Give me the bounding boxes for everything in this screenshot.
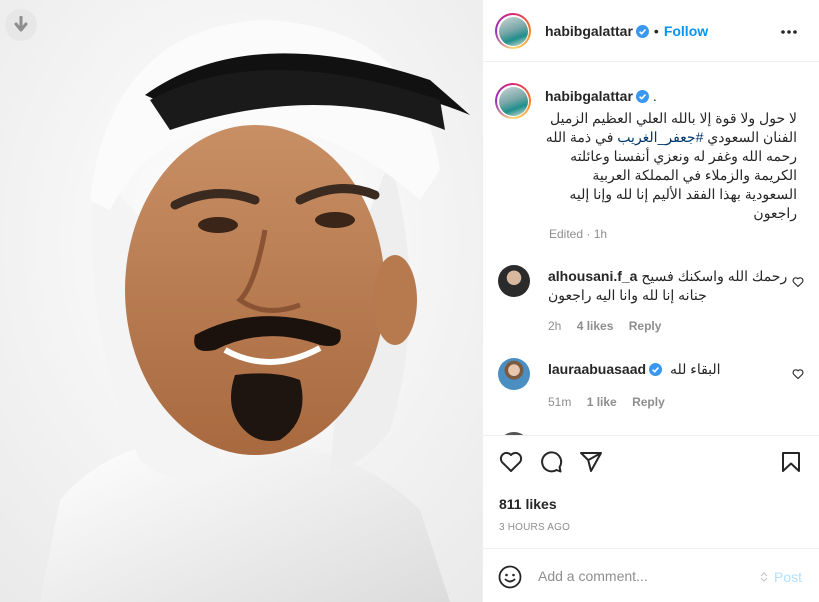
verified-badge-icon	[649, 363, 663, 376]
avatar[interactable]	[495, 13, 531, 49]
post-time[interactable]: 3 HOURS AGO	[499, 522, 570, 533]
emoji-icon[interactable]	[498, 565, 522, 589]
comment-like-icon[interactable]	[792, 368, 804, 380]
caption-avatar[interactable]	[495, 83, 531, 119]
comments-scroll-area[interactable]: habibgalattar. لا حول ولا قوة إلا بالله …	[483, 63, 819, 436]
comment-avatar[interactable]	[498, 432, 530, 435]
add-comment-bar: Post	[483, 548, 819, 602]
comment-icon[interactable]	[539, 450, 563, 474]
post-actions	[483, 450, 819, 482]
comment-input[interactable]	[538, 565, 758, 587]
edited-dot: ·	[586, 227, 591, 241]
comment-item: lauraabuasaad البقاء لله	[548, 360, 798, 379]
caption-username[interactable]: habibgalattar	[545, 88, 633, 104]
comment-likes[interactable]: 4 likes	[577, 319, 614, 333]
download-button[interactable]	[5, 9, 37, 41]
heart-icon[interactable]	[499, 450, 523, 474]
comment-username[interactable]: alhousani.f_a	[548, 268, 637, 284]
follow-button[interactable]: Follow	[664, 23, 708, 39]
instagram-post-modal: habibgalattar • Follow habibgalattar. لا ح…	[0, 0, 819, 602]
comment-meta: 51m 1 like Reply	[548, 395, 665, 409]
verified-badge-icon	[635, 25, 649, 38]
caption-hashtag[interactable]: #جعفر_الغريب	[617, 129, 703, 145]
comment-meta: 2h 4 likes Reply	[548, 319, 661, 333]
caption-suffix: .	[652, 88, 657, 104]
comment-likes[interactable]: 1 like	[587, 395, 617, 409]
portrait-image	[0, 0, 482, 602]
edited-time[interactable]: 1h	[594, 227, 607, 241]
comment-avatar[interactable]	[498, 358, 530, 390]
comment-username[interactable]: lauraabuasaad	[548, 361, 646, 377]
comment-item: alhousani.f_a رحمك الله واسكنك فسيح جنان…	[548, 267, 798, 305]
verified-badge-icon	[635, 90, 649, 103]
edited-label: Edited	[549, 227, 584, 241]
caption-text: لا حول ولا قوة إلا بالله العلي العظيم ال…	[545, 109, 797, 223]
comment-text: البقاء لله	[669, 361, 721, 377]
comment-time[interactable]: 51m	[548, 395, 571, 409]
reply-button[interactable]: Reply	[629, 319, 662, 333]
more-options-icon[interactable]	[780, 24, 798, 40]
post-sidebar: habibgalattar • Follow habibgalattar. لا ح…	[482, 0, 819, 602]
post-button[interactable]: Post	[774, 569, 802, 585]
caption-meta: Edited · 1h	[549, 227, 607, 241]
username-link[interactable]: habibgalattar	[545, 23, 633, 39]
comment-time[interactable]: 2h	[548, 319, 561, 333]
arrow-down-icon	[14, 16, 28, 32]
share-icon[interactable]	[579, 450, 603, 474]
post-header: habibgalattar • Follow	[483, 0, 819, 62]
reply-button[interactable]: Reply	[632, 395, 665, 409]
comment-avatar[interactable]	[498, 265, 530, 297]
likes-count[interactable]: 811 likes	[499, 496, 557, 512]
caption-header: habibgalattar.	[545, 88, 657, 106]
resize-handle-icon	[760, 572, 768, 582]
header-user: habibgalattar • Follow	[545, 23, 708, 41]
post-photo[interactable]	[0, 0, 482, 602]
comment-like-icon[interactable]	[792, 276, 804, 288]
bookmark-icon[interactable]	[779, 450, 803, 474]
separator-dot: •	[653, 23, 659, 39]
